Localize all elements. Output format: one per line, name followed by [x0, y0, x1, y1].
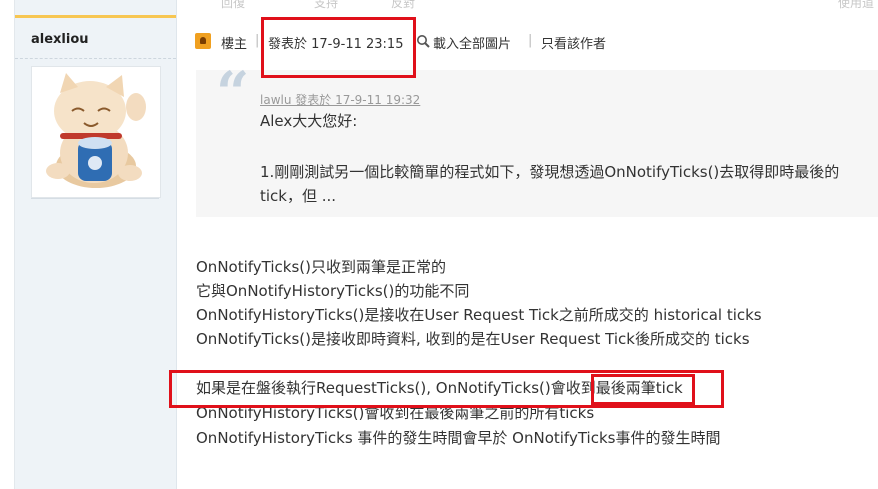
author-sidebar: alexliou: [14, 0, 177, 489]
magnifier-icon: [417, 35, 430, 48]
oppose-action[interactable]: 反對: [391, 0, 415, 11]
quote-line: 1.剛剛測試另一個比較簡單的程式如下，發現想透過OnNotifyTicks()去…: [260, 163, 840, 205]
highlight-box-timestamp: [261, 17, 416, 78]
body-line: OnNotifyTicks()只收到兩筆是正常的: [196, 258, 446, 276]
meta-separator: |: [255, 33, 260, 48]
body-line: OnNotifyTicks()是接收即時資料, 收到的是在User Reques…: [196, 330, 750, 348]
reply-action[interactable]: 回復: [221, 0, 245, 11]
body-line: OnNotifyHistoryTicks 事件的發生時間會早於 OnNotify…: [196, 429, 721, 447]
top-action-strip: 回復 支持 反對 使用道: [176, 0, 878, 14]
author-username[interactable]: alexliou: [31, 32, 89, 47]
support-action[interactable]: 支持: [314, 0, 338, 11]
quote-header-link[interactable]: lawlu 發表於 17-9-11 19:32: [260, 91, 420, 108]
use-tool-action[interactable]: 使用道: [838, 0, 874, 11]
avatar-divider: [31, 198, 159, 199]
lucky-cat-icon: [46, 73, 146, 188]
quote-line: Alex大大您好:: [260, 112, 358, 130]
sidebar-accent-bar: [15, 15, 176, 18]
quote-mark-icon: “: [216, 59, 250, 127]
highlight-box-last-ticks: [591, 374, 695, 405]
quote-block: “ lawlu 發表於 17-9-11 19:32 Alex大大您好: 1.剛剛…: [196, 64, 878, 217]
avatar[interactable]: [31, 66, 161, 198]
sidebar-divider: [15, 58, 176, 59]
body-line: 它與OnNotifyHistoryTicks()的功能不同: [196, 282, 470, 300]
thread-owner-label: 樓主: [221, 37, 248, 52]
body-line: OnNotifyHistoryTicks()是接收在User Request T…: [196, 306, 762, 324]
load-all-images-link[interactable]: 載入全部圖片: [433, 33, 511, 52]
author-only-link[interactable]: 只看該作者: [541, 33, 606, 52]
meta-separator: |: [528, 33, 533, 48]
thread-owner-icon: [195, 33, 211, 49]
